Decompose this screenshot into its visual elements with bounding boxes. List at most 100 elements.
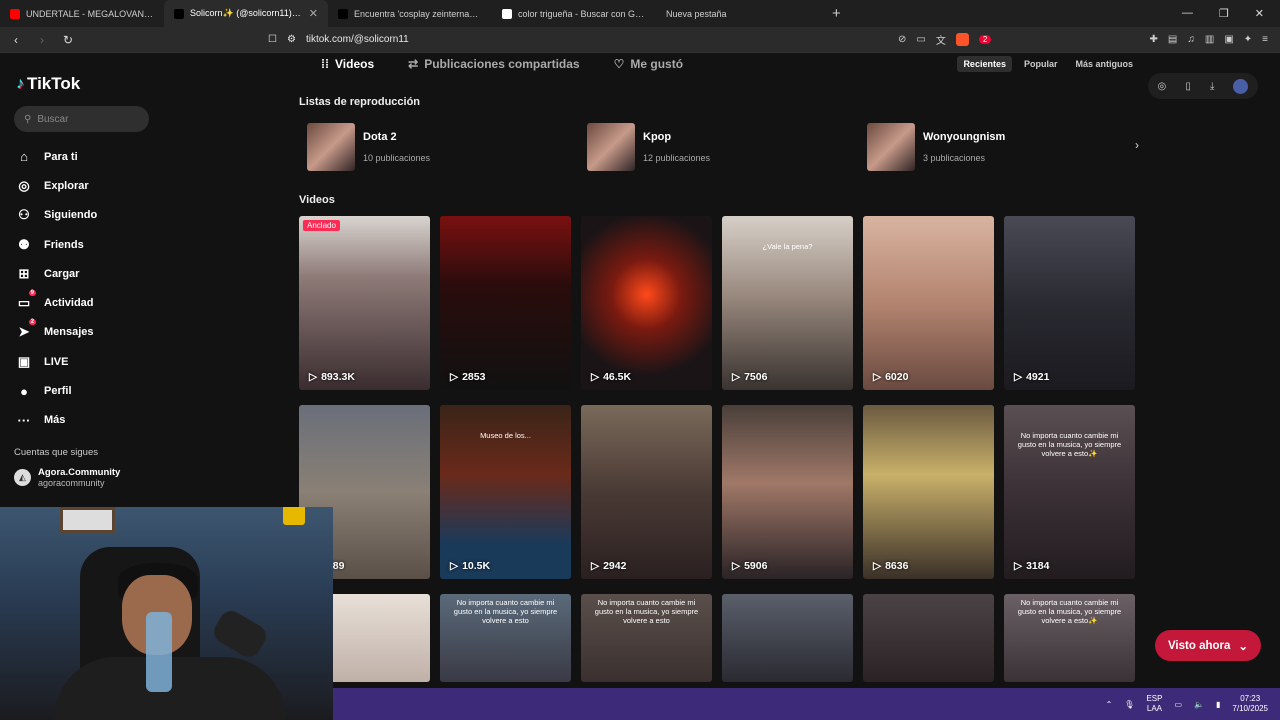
sort-popular[interactable]: Popular	[1018, 56, 1064, 72]
playlist-item[interactable]: Kpop 12 publicaciones	[579, 120, 859, 174]
cast-icon[interactable]: ▭	[916, 34, 925, 45]
leo-icon[interactable]: ✦	[1244, 34, 1252, 45]
view-count: ▷ 8636	[873, 560, 908, 572]
sidebar-item-live[interactable]: ▣ LIVE	[14, 347, 165, 376]
restore-icon[interactable]: ❐	[1219, 7, 1229, 20]
mic-icon[interactable]: 🎙	[1124, 700, 1134, 709]
video-card[interactable]: ▷ 4921	[1004, 216, 1135, 390]
avatar[interactable]	[1233, 78, 1249, 94]
video-card[interactable]: No importa cuanto cambie mi gusto en la …	[1004, 405, 1135, 579]
sidebar-item-mensajes[interactable]: ➤ 2 Mensajes	[14, 318, 165, 347]
language-indicator[interactable]: ESP LAA	[1146, 694, 1162, 714]
tiktok-logo[interactable]: ♪ TikTok	[16, 72, 165, 96]
play-icon: ▷	[873, 371, 882, 383]
following-item[interactable]: ◭ Agora.Community agoracommunity	[14, 467, 165, 489]
sidebar-item-friends[interactable]: ⚉ Friends	[14, 230, 165, 259]
search-input[interactable]: ⚲ Buscar	[14, 106, 149, 132]
sidebar-item-actividad[interactable]: ▭ 9 Actividad	[14, 288, 165, 317]
sidebar-item-explorar[interactable]: ◎ Explorar	[14, 171, 165, 200]
extensions-icon[interactable]: ✚	[1150, 34, 1158, 45]
download-icon[interactable]: ⤓	[1210, 81, 1214, 92]
new-tab-button[interactable]: +	[820, 5, 853, 22]
video-card[interactable]: No importa cuanto cambie mi gusto en la …	[1004, 594, 1135, 682]
video-card[interactable]: ▷ 6020	[863, 216, 994, 390]
microphone	[209, 606, 271, 662]
no-sync-icon[interactable]: ⊘	[898, 34, 906, 45]
video-card[interactable]: Museo de los... ▷ 10.5K	[440, 405, 571, 579]
bookmark-icon[interactable]: ☐	[268, 34, 277, 45]
tab-search-icon[interactable]: ▤	[1168, 34, 1177, 45]
profile-tabs: ⁞⁞ Videos ⇄ Publicaciones compartidas ♡ Me …	[299, 54, 1139, 74]
browser-tab[interactable]: Nueva pestaña	[656, 0, 820, 27]
sort-oldest[interactable]: Más antiguos	[1069, 56, 1139, 72]
chevron-up-icon[interactable]: ⌃	[1106, 700, 1113, 709]
address-bar-actions: ⊘ ▭ 文 2	[898, 32, 992, 47]
video-card[interactable]: ▷ 46.5K	[581, 216, 712, 390]
site-info-icon[interactable]: ⚙	[287, 34, 296, 45]
video-card[interactable]: ▷ 5906	[722, 405, 853, 579]
chevron-right-icon[interactable]: ›	[1135, 138, 1139, 152]
music-icon[interactable]: ♫	[1187, 34, 1195, 45]
compass-icon[interactable]: ◎	[1158, 81, 1167, 92]
repost-icon: ⇄	[408, 57, 419, 71]
sidebar-item-más[interactable]: ··· Más	[14, 406, 165, 435]
following-username: agoracommunity	[38, 477, 105, 488]
sort-recent[interactable]: Recientes	[957, 56, 1012, 72]
watch-now-button[interactable]: Visto ahora ⌄	[1155, 630, 1261, 661]
video-card[interactable]	[863, 594, 994, 682]
tab-title: UNDERTALE - MEGALOVANIA (Pegb	[26, 8, 154, 19]
tab-label: Me gustó	[630, 57, 684, 71]
video-card[interactable]: ▷ 2853	[440, 216, 571, 390]
battery-icon[interactable]: ▮	[1216, 700, 1220, 709]
minimize-icon[interactable]: —	[1182, 7, 1193, 20]
tab-reposts[interactable]: ⇄ Publicaciones compartidas	[408, 57, 579, 71]
browser-tab[interactable]: UNDERTALE - MEGALOVANIA (Pegb	[0, 0, 164, 27]
sidebar-item-label: Friends	[44, 238, 84, 251]
tab-liked[interactable]: ♡ Me gustó	[614, 57, 683, 71]
address-bar-row: ‹ › ↻ ☐ ⚙ tiktok.com/@solicorn11 ⊘ ▭ 文 2…	[0, 27, 1280, 53]
browser-tab[interactable]: Encuentra 'cosplay zeinternacional' e	[328, 0, 492, 27]
tab-favicon-icon	[174, 8, 184, 19]
tab-videos[interactable]: ⁞⁞ Videos	[299, 57, 374, 71]
video-caption: No importa cuanto cambie mi gusto en la …	[594, 598, 699, 625]
video-card[interactable]: ▷ 8636	[863, 405, 994, 579]
video-caption: Museo de los...	[480, 431, 531, 440]
video-card[interactable]: ▷ 2942	[581, 405, 712, 579]
volume-icon[interactable]: 🔈	[1194, 700, 1204, 709]
back-icon[interactable]: ‹	[6, 33, 26, 47]
video-card[interactable]: Anclado ▷ 893.3K	[299, 216, 430, 390]
sidebar-item-perfil[interactable]: ● Perfil	[14, 376, 165, 405]
sidebar-item-cargar[interactable]: ⊞ Cargar	[14, 259, 165, 288]
url-field[interactable]: ☐ ⚙ tiktok.com/@solicorn11	[268, 34, 898, 45]
video-caption: No importa cuanto cambie mi gusto en la …	[1017, 598, 1122, 625]
reload-icon[interactable]: ↻	[58, 33, 78, 47]
translate-icon[interactable]: 文	[936, 32, 946, 47]
video-card[interactable]: No importa cuanto cambie mi gusto en la …	[440, 594, 571, 682]
close-tab-icon[interactable]: ✕	[309, 7, 318, 20]
url-text[interactable]: tiktok.com/@solicorn11	[306, 34, 409, 45]
sidebar-item-para-ti[interactable]: ⌂ Para ti	[14, 142, 165, 171]
brave-shields-icon[interactable]	[955, 33, 969, 46]
playlist-item[interactable]: Dota 2 10 publicaciones	[299, 120, 579, 174]
device-icon[interactable]: ▯	[1185, 81, 1191, 92]
clock[interactable]: 07:23 7/10/2025	[1232, 694, 1268, 714]
browser-tab[interactable]: Solicorn✨ (@solicorn11) | TikTok ✕	[164, 0, 328, 27]
sidebar-item-siguiendo[interactable]: ⚇ Siguiendo	[14, 201, 165, 230]
playlist-item[interactable]: Wonyoungnism 3 publicaciones	[859, 120, 1139, 174]
video-card[interactable]: ¿Vale la pena? ▷ 7506	[722, 216, 853, 390]
menu-icon[interactable]: ≡	[1262, 34, 1268, 45]
network-icon[interactable]: ▭	[1174, 700, 1182, 709]
wallet-icon[interactable]: ▣	[1224, 34, 1233, 45]
playlist-cover	[307, 123, 355, 171]
search-placeholder[interactable]: Buscar	[37, 114, 68, 125]
browser-tab[interactable]: color trigueña - Buscar con Google	[492, 0, 656, 27]
sidebar-item-label: Más	[44, 414, 66, 427]
grid-icon: ⁞⁞	[321, 57, 329, 71]
forward-icon[interactable]: ›	[32, 33, 52, 47]
close-window-icon[interactable]: ✕	[1255, 7, 1264, 20]
video-card[interactable]: No importa cuanto cambie mi gusto en la …	[581, 594, 712, 682]
extension-badge[interactable]: 2	[978, 35, 992, 44]
video-card[interactable]	[722, 594, 853, 682]
sidebar-toggle-icon[interactable]: ▥	[1205, 34, 1214, 45]
view-count-value: 10.5K	[462, 560, 491, 572]
